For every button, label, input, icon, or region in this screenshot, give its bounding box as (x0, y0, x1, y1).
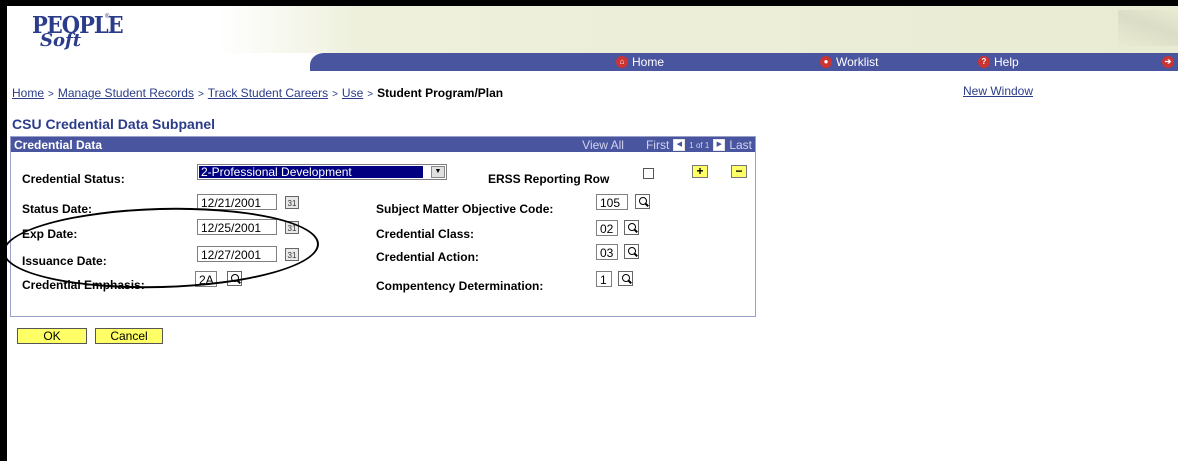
chevron-down-icon[interactable]: ▼ (431, 166, 445, 178)
window-frame-left (0, 0, 7, 461)
home-icon: ⌂ (616, 56, 628, 68)
header-decoration (1118, 10, 1178, 46)
last-link[interactable]: Last (729, 138, 752, 152)
top-nav-bar: ⌂ Home ● Worklist ? Help ➔ (310, 53, 1178, 71)
breadcrumb: Home > Manage Student Records > Track Studen… (12, 86, 504, 100)
status-date-input[interactable]: 12/21/2001 (197, 194, 277, 210)
nav-signout[interactable]: ➔ (1162, 53, 1174, 71)
cancel-button[interactable]: Cancel (95, 328, 163, 344)
breadcrumb-current: Student Program/Plan (377, 86, 504, 100)
delete-row-button[interactable]: − (731, 165, 747, 178)
breadcrumb-track-student-careers[interactable]: Track Student Careers (208, 86, 328, 100)
lookup-icon[interactable] (624, 244, 639, 259)
competency-determination-input[interactable]: 1 (596, 271, 612, 287)
page-title: CSU Credential Data Subpanel (12, 116, 216, 132)
view-all-link[interactable]: View All (582, 138, 624, 152)
breadcrumb-manage-student-records[interactable]: Manage Student Records (58, 86, 194, 100)
credential-class-label: Credential Class: (376, 227, 475, 241)
add-row-button[interactable]: + (692, 165, 708, 178)
lookup-icon[interactable] (624, 220, 639, 235)
erss-reporting-row-checkbox[interactable] (643, 168, 654, 179)
credential-class-input[interactable]: 02 (596, 220, 618, 236)
breadcrumb-home[interactable]: Home (12, 86, 44, 100)
subject-matter-objective-code-label: Subject Matter Objective Code: (376, 202, 554, 216)
credential-action-input[interactable]: 03 (596, 244, 618, 260)
breadcrumb-use[interactable]: Use (342, 86, 363, 100)
header-band (7, 6, 1178, 53)
status-date-label: Status Date: (22, 202, 93, 216)
next-arrow-icon[interactable]: ▶ (713, 139, 726, 151)
competency-determination-label: Compentency Determination: (376, 279, 544, 293)
subject-matter-objective-code-input[interactable]: 105 (596, 194, 628, 210)
peoplesoft-logo: PEOPLE Soft ® (32, 10, 124, 51)
new-window-link[interactable]: New Window (963, 84, 1033, 98)
calendar-icon[interactable]: 31 (285, 196, 299, 209)
help-icon: ? (978, 56, 990, 68)
lookup-icon[interactable] (618, 271, 633, 286)
credential-status-select[interactable]: 2-Professional Development ▼ (197, 164, 447, 180)
panel-title: Credential Data (14, 138, 103, 152)
nav-help[interactable]: ? Help (978, 53, 1019, 71)
previous-arrow-icon[interactable]: ◀ (673, 139, 686, 151)
lookup-icon[interactable] (635, 194, 650, 209)
worklist-icon: ● (820, 56, 832, 68)
first-link[interactable]: First (646, 138, 669, 152)
credential-status-label: Credential Status: (22, 172, 125, 186)
credential-action-label: Credential Action: (376, 250, 479, 264)
row-count: 1 of 1 (689, 140, 710, 150)
signout-icon: ➔ (1162, 56, 1174, 68)
nav-worklist[interactable]: ● Worklist (820, 53, 878, 71)
ok-button[interactable]: OK (17, 328, 87, 344)
erss-reporting-row-label: ERSS Reporting Row (488, 172, 610, 186)
nav-home[interactable]: ⌂ Home (616, 53, 664, 71)
panel-navigation: View All First ◀ 1 of 1 ▶ Last (582, 138, 752, 152)
panel-header: Credential Data View All First ◀ 1 of 1 … (11, 137, 755, 152)
